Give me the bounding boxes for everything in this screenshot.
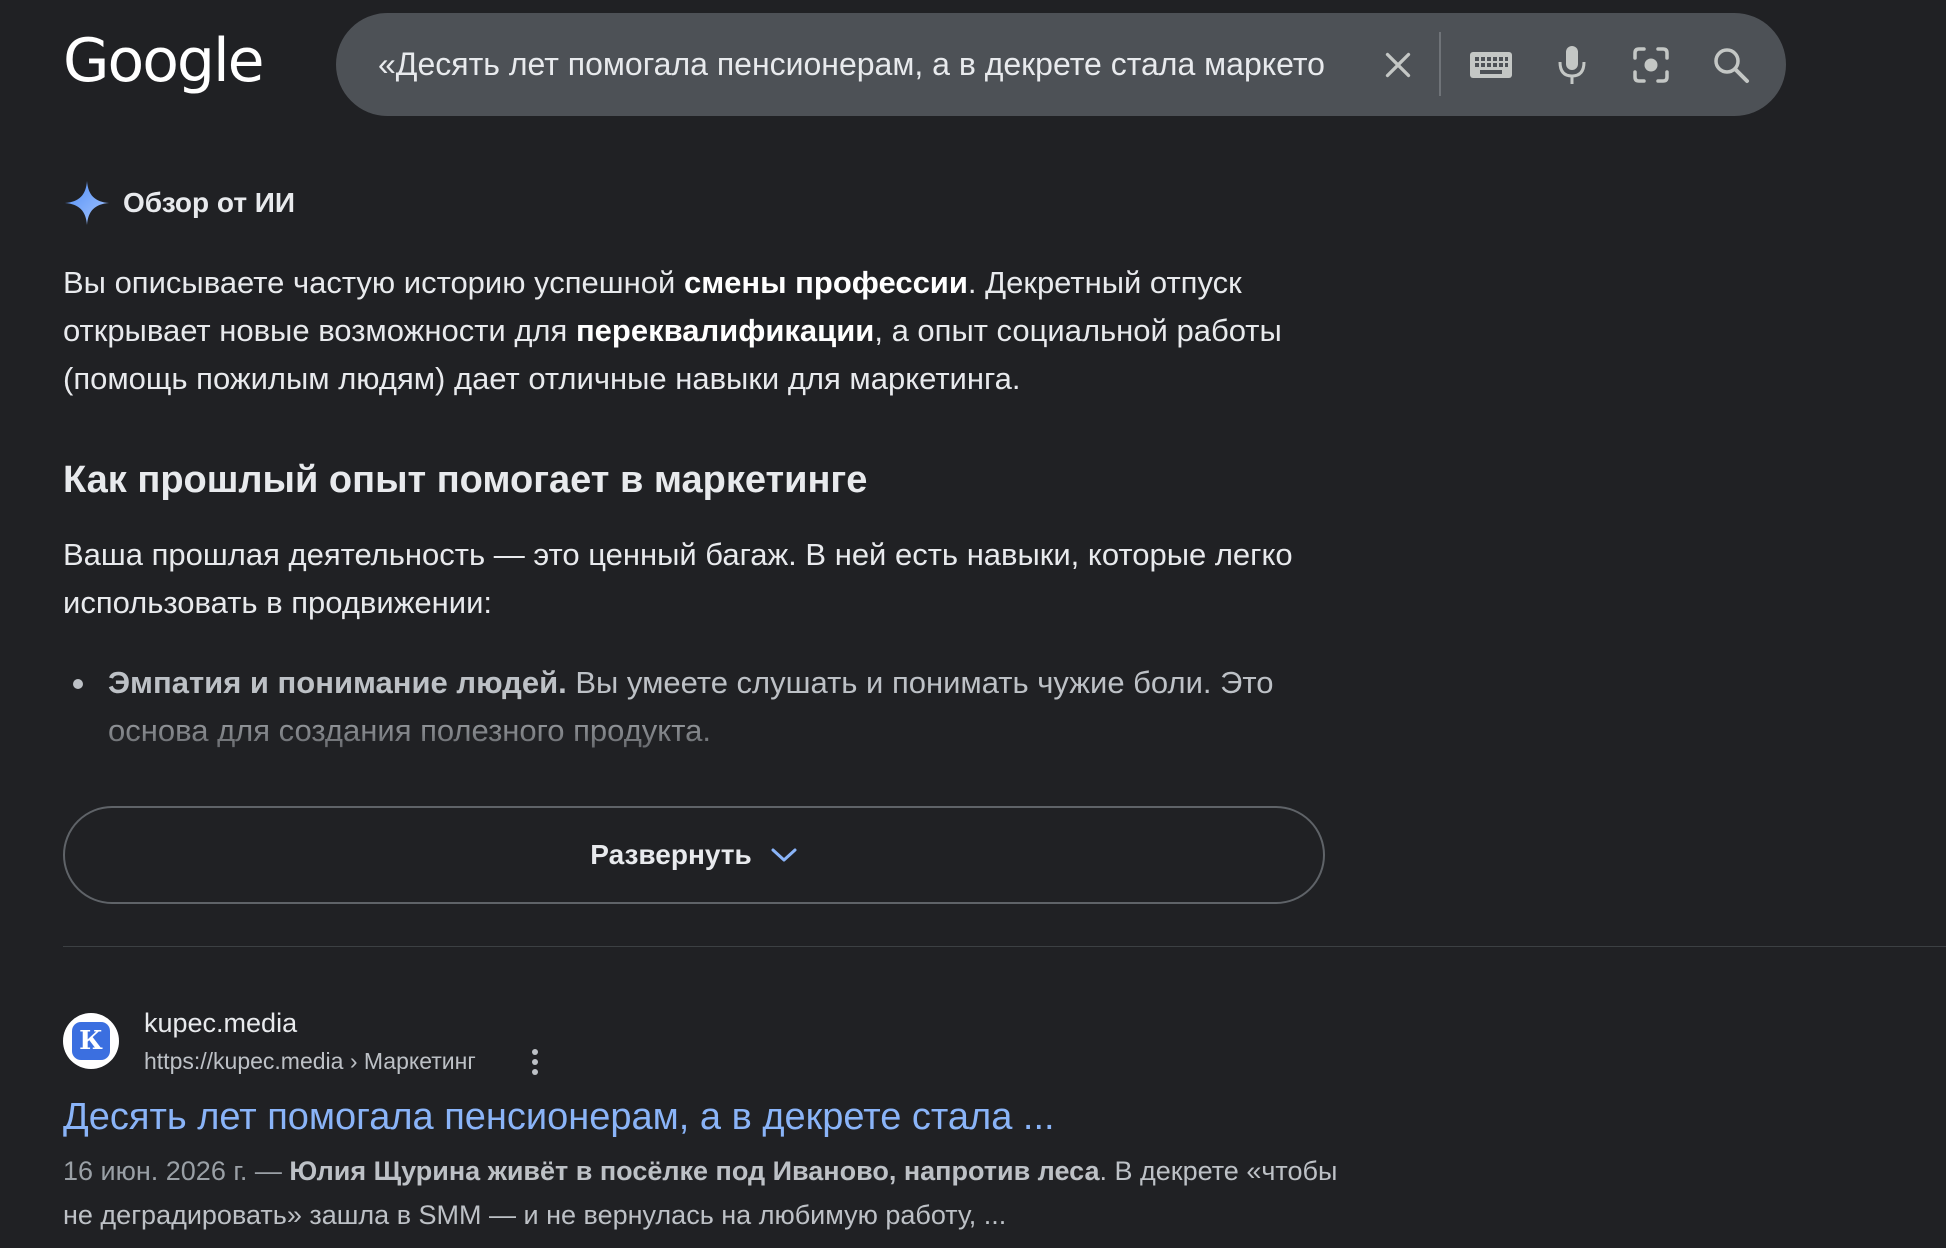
section-divider xyxy=(63,946,1946,947)
keyboard-button[interactable] xyxy=(1456,13,1526,116)
snippet-bold: Юлия Щурина живёт в посёлке под Иваново,… xyxy=(289,1156,1100,1186)
favicon-letter: К xyxy=(72,1022,110,1060)
lens-icon xyxy=(1633,46,1669,83)
chevron-down-icon xyxy=(771,848,797,862)
search-bar[interactable]: «Десять лет помогала пенсионерам, а в де… xyxy=(336,13,1786,116)
ai-overview-heading: Как прошлый опыт помогает в маркетинге xyxy=(63,459,868,501)
result-more-button[interactable] xyxy=(520,1044,550,1080)
more-vert-icon xyxy=(532,1049,538,1075)
ai-overview-paragraph: Ваша прошлая деятельность — это ценный б… xyxy=(63,537,1293,620)
keyboard-icon xyxy=(1470,51,1512,78)
result-title-link[interactable]: Десять лет помогала пенсионерам, а в дек… xyxy=(63,1091,1055,1143)
intro-bold-1: смены профессии xyxy=(683,265,968,300)
result-snippet: 16 июн. 2026 г. — Юлия Щурина живёт в по… xyxy=(63,1149,1353,1237)
mic-icon xyxy=(1558,45,1586,84)
google-logo[interactable]: Google xyxy=(63,26,265,96)
site-favicon[interactable]: К xyxy=(63,1013,119,1069)
result-site-name[interactable]: kupec.media xyxy=(144,1005,297,1041)
fade-overlay xyxy=(63,699,1353,809)
intro-bold-2: переквалификации xyxy=(575,313,875,348)
ai-overview-header: Обзор от ИИ xyxy=(63,178,295,228)
expand-button[interactable]: Развернуть xyxy=(63,806,1325,904)
sparkle-icon xyxy=(65,181,109,225)
search-submit-button[interactable] xyxy=(1698,13,1764,116)
voice-search-button[interactable] xyxy=(1542,13,1602,116)
ai-overview-bullets: Эмпатия и понимание людей. Вы умеете слу… xyxy=(63,659,1353,809)
search-icon xyxy=(1714,47,1749,83)
result-date: 16 июн. 2026 г. — xyxy=(63,1156,282,1186)
search-divider xyxy=(1439,32,1441,96)
result-url[interactable]: https://kupec.media › Маркетинг xyxy=(144,1044,476,1078)
bullet-bold: Эмпатия и понимание людей. xyxy=(108,665,567,700)
expand-label: Развернуть xyxy=(590,839,752,870)
search-input[interactable]: «Десять лет помогала пенсионерам, а в де… xyxy=(378,13,1378,116)
ai-overview-title: Обзор от ИИ xyxy=(123,187,296,218)
close-icon xyxy=(1385,52,1411,77)
image-search-button[interactable] xyxy=(1616,13,1686,116)
ai-overview-intro: Вы описываете частую историю успешной см… xyxy=(63,259,1353,403)
intro-text-1: Вы описываете частую историю успешной xyxy=(63,265,684,300)
clear-button[interactable] xyxy=(1368,13,1428,116)
